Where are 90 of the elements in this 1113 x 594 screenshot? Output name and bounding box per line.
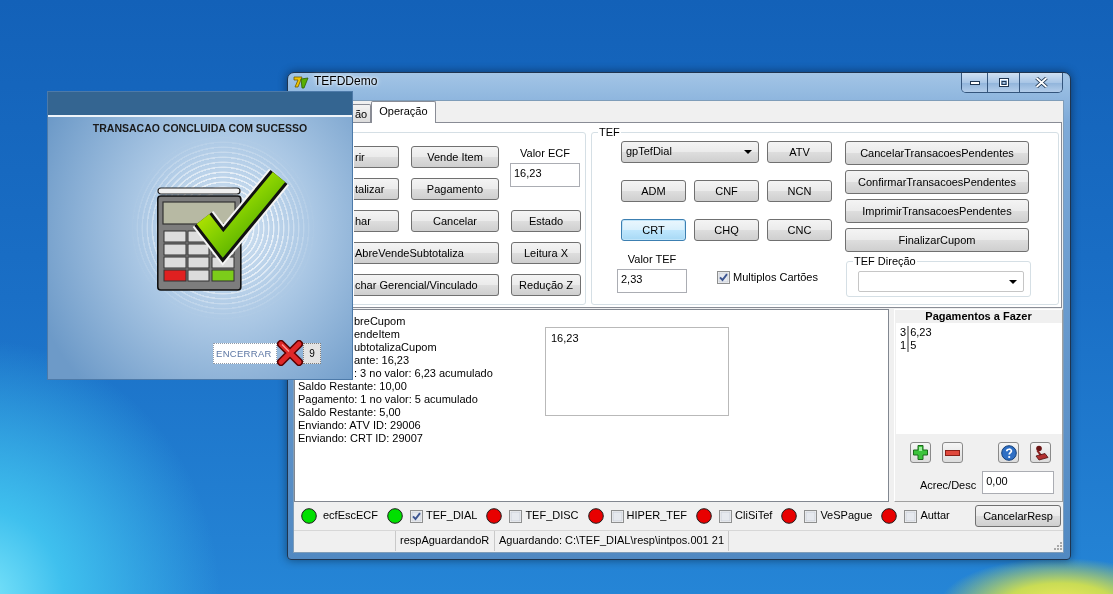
countdown-counter: 9 (303, 342, 321, 364)
log-line: ante: 16,23 (354, 354, 410, 367)
panel-title: Pagamentos a Fazer (924, 310, 1033, 323)
checkbox[interactable] (509, 509, 523, 523)
log-line: breCupom (354, 315, 406, 328)
maximize-icon (998, 78, 1009, 87)
resize-grip-icon[interactable] (1052, 540, 1062, 550)
status-text: Aguardando: C:\TEF_DIAL\resp\intpos.001 21 (495, 531, 730, 551)
table-cell: 1 (900, 339, 908, 352)
status-label: CliSiTef (735, 509, 773, 523)
stamp-icon (1032, 444, 1049, 461)
command-button[interactable]: NCN (767, 180, 832, 202)
text-field[interactable]: 16,23 (510, 163, 580, 187)
text-field[interactable]: 2,33 (617, 269, 687, 293)
field-label: Valor ECF (520, 147, 570, 160)
close-icon (1034, 77, 1048, 88)
command-button[interactable]: CHQ (694, 219, 759, 241)
log-line: Enviando: ATV ID: 29006 (298, 419, 421, 432)
command-button[interactable]: Estado (511, 210, 581, 232)
command-button[interactable]: Pagamento (411, 178, 499, 200)
status-label: Auttar (920, 509, 950, 523)
caret-icon (744, 150, 752, 154)
group-title: TEF Direção (853, 255, 917, 268)
remove-button[interactable] (942, 442, 963, 463)
table-cell: 5 (907, 339, 917, 352)
table-cell: 3 (900, 326, 908, 339)
memo-field[interactable]: 16,23 (545, 327, 729, 416)
group-title: TEF (598, 126, 621, 139)
log-line: ubtotalizaCupom (354, 341, 437, 354)
dropdown[interactable]: gpTefDial (621, 141, 759, 163)
log-line: : 3 no valor: 6,23 acumulado (354, 367, 493, 380)
command-button[interactable]: ADM (621, 180, 686, 202)
command-button[interactable]: ImprimirTransacoesPendentes (845, 199, 1029, 223)
command-button[interactable]: CancelarResp (975, 505, 1061, 527)
command-button[interactable]: CNC (767, 219, 832, 241)
minimize-icon (969, 80, 980, 85)
checkbox[interactable] (610, 509, 624, 523)
checkbox[interactable] (719, 509, 733, 523)
tab[interactable]: ão (353, 104, 372, 122)
checkbox[interactable] (804, 509, 818, 523)
command-button[interactable]: CRT (621, 219, 686, 241)
status-label: TEF_DIAL (426, 509, 478, 523)
minus-icon (945, 449, 960, 456)
app-icon (293, 75, 309, 89)
close-button[interactable]: ENCERRAR (213, 342, 277, 364)
help-icon (1000, 444, 1017, 461)
tab[interactable]: Operação (371, 101, 436, 123)
status-label: HIPER_TEF (626, 509, 688, 523)
caret-icon (1009, 279, 1017, 284)
log-line: endeItem (354, 328, 400, 341)
command-button[interactable]: char Gerencial/Vinculado (354, 274, 499, 296)
command-button[interactable]: Leitura X (511, 242, 581, 264)
command-button[interactable]: AbreVendeSubtotaliza (354, 242, 499, 264)
command-button[interactable]: Redução Z (511, 274, 581, 296)
checkbox[interactable] (410, 509, 423, 523)
command-button[interactable]: Cancelar (411, 210, 499, 232)
field-label: Acrec/Desc (920, 478, 977, 493)
text-field[interactable]: 0,00 (982, 471, 1055, 494)
command-button[interactable]: rir (354, 146, 399, 168)
command-button[interactable]: talizar (354, 178, 399, 200)
command-button[interactable]: CancelarTransacoesPendentes (845, 141, 1029, 165)
log-line: Saldo Restante: 5,00 (298, 406, 401, 419)
log-line: Saldo Restante: 10,00 (298, 380, 407, 393)
field-label: Valor TEF (627, 253, 677, 266)
checkbox[interactable] (904, 509, 918, 523)
maximize-button[interactable] (987, 73, 1019, 92)
close-button[interactable] (1019, 73, 1062, 92)
add-button[interactable] (910, 442, 931, 463)
log-line: Pagamento: 1 no valor: 5 acumulado (298, 393, 478, 406)
command-button[interactable]: CNF (694, 180, 759, 202)
command-button[interactable]: ATV (767, 141, 832, 163)
help-button[interactable] (998, 442, 1019, 463)
status-label: VeSPague (820, 509, 873, 523)
command-button[interactable]: FinalizarCupom (845, 228, 1029, 252)
stamp-button[interactable] (1030, 442, 1051, 463)
command-button[interactable]: ConfirmarTransacoesPendentes (845, 170, 1029, 194)
window-title: TEFDDemo (314, 74, 378, 88)
log-line: Enviando: CRT ID: 29007 (298, 432, 423, 445)
command-button[interactable]: har (354, 210, 399, 232)
status-label: TEF_DISC (525, 509, 579, 523)
command-button[interactable]: Vende Item (411, 146, 499, 168)
table-cell: 6,23 (907, 326, 932, 339)
plus-icon (913, 445, 928, 460)
checkbox-label: Multiplos Cartões (733, 270, 818, 284)
close-icon[interactable] (277, 340, 303, 366)
status-text: respAguardandoR (396, 531, 495, 551)
checkbox[interactable] (717, 270, 730, 284)
status-label: ecfEscECF (323, 509, 378, 523)
dialog-message: TRANSACAO CONCLUIDA COM SUCESSO (92, 122, 308, 135)
minimize-button[interactable] (962, 73, 987, 92)
